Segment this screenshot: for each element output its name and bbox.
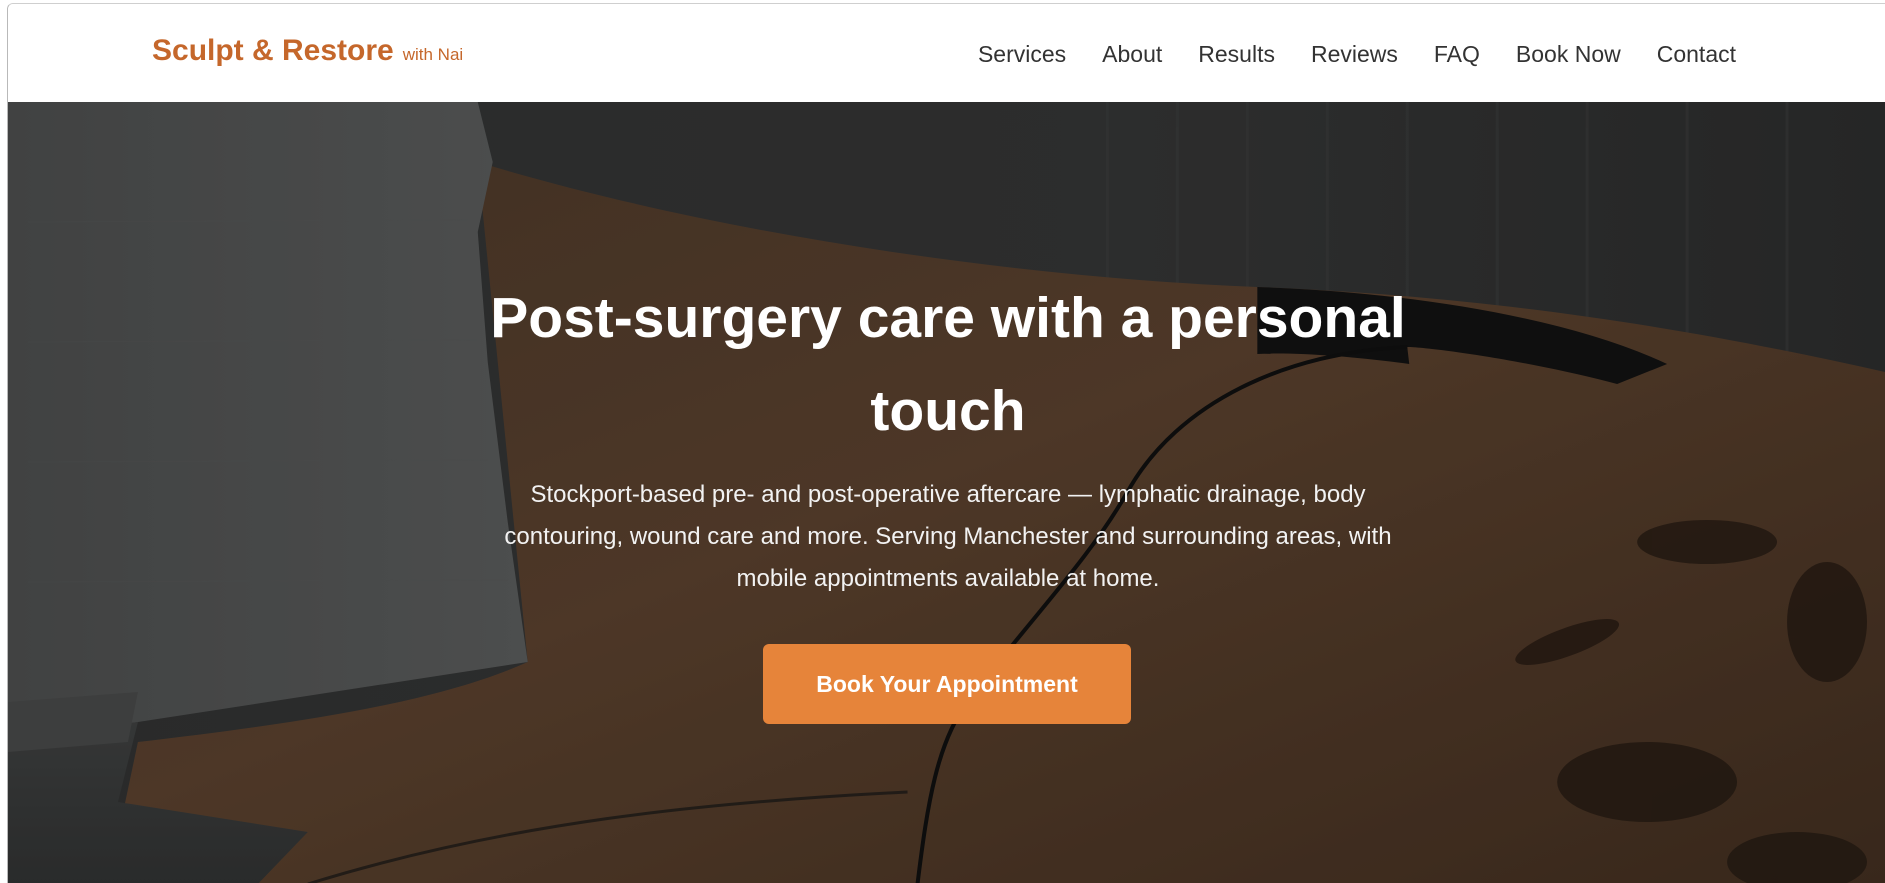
web-page: Sculpt & Restore with Nai Services About… — [7, 3, 1885, 883]
site-header: Sculpt & Restore with Nai Services About… — [8, 4, 1885, 102]
nav-link-services[interactable]: Services — [978, 41, 1066, 68]
nav-link-faq[interactable]: FAQ — [1434, 41, 1480, 68]
nav-link-contact[interactable]: Contact — [1657, 41, 1736, 68]
hero-section: Post-surgery care with a personal touch … — [8, 102, 1885, 883]
nav-link-results[interactable]: Results — [1198, 41, 1275, 68]
hero-title: Post-surgery care with a personal touch — [490, 286, 1406, 443]
nav-link-about[interactable]: About — [1102, 41, 1162, 68]
browser-viewport: Sculpt & Restore with Nai Services About… — [0, 0, 1885, 883]
main-navigation: Services About Results Reviews FAQ Book … — [978, 41, 1736, 68]
brand-tagline: with Nai — [402, 45, 464, 64]
brand-logo-link[interactable]: Sculpt & Restore with Nai — [152, 34, 463, 68]
nav-link-book-now[interactable]: Book Now — [1516, 41, 1621, 68]
hero-content: Post-surgery care with a personal touch … — [8, 102, 1885, 883]
book-appointment-button[interactable]: Book Your Appointment — [763, 644, 1131, 724]
nav-link-reviews[interactable]: Reviews — [1311, 41, 1398, 68]
hero-description: Stockport-based pre- and post-operative … — [504, 481, 1392, 592]
brand-name: Sculpt & Restore — [152, 34, 394, 67]
